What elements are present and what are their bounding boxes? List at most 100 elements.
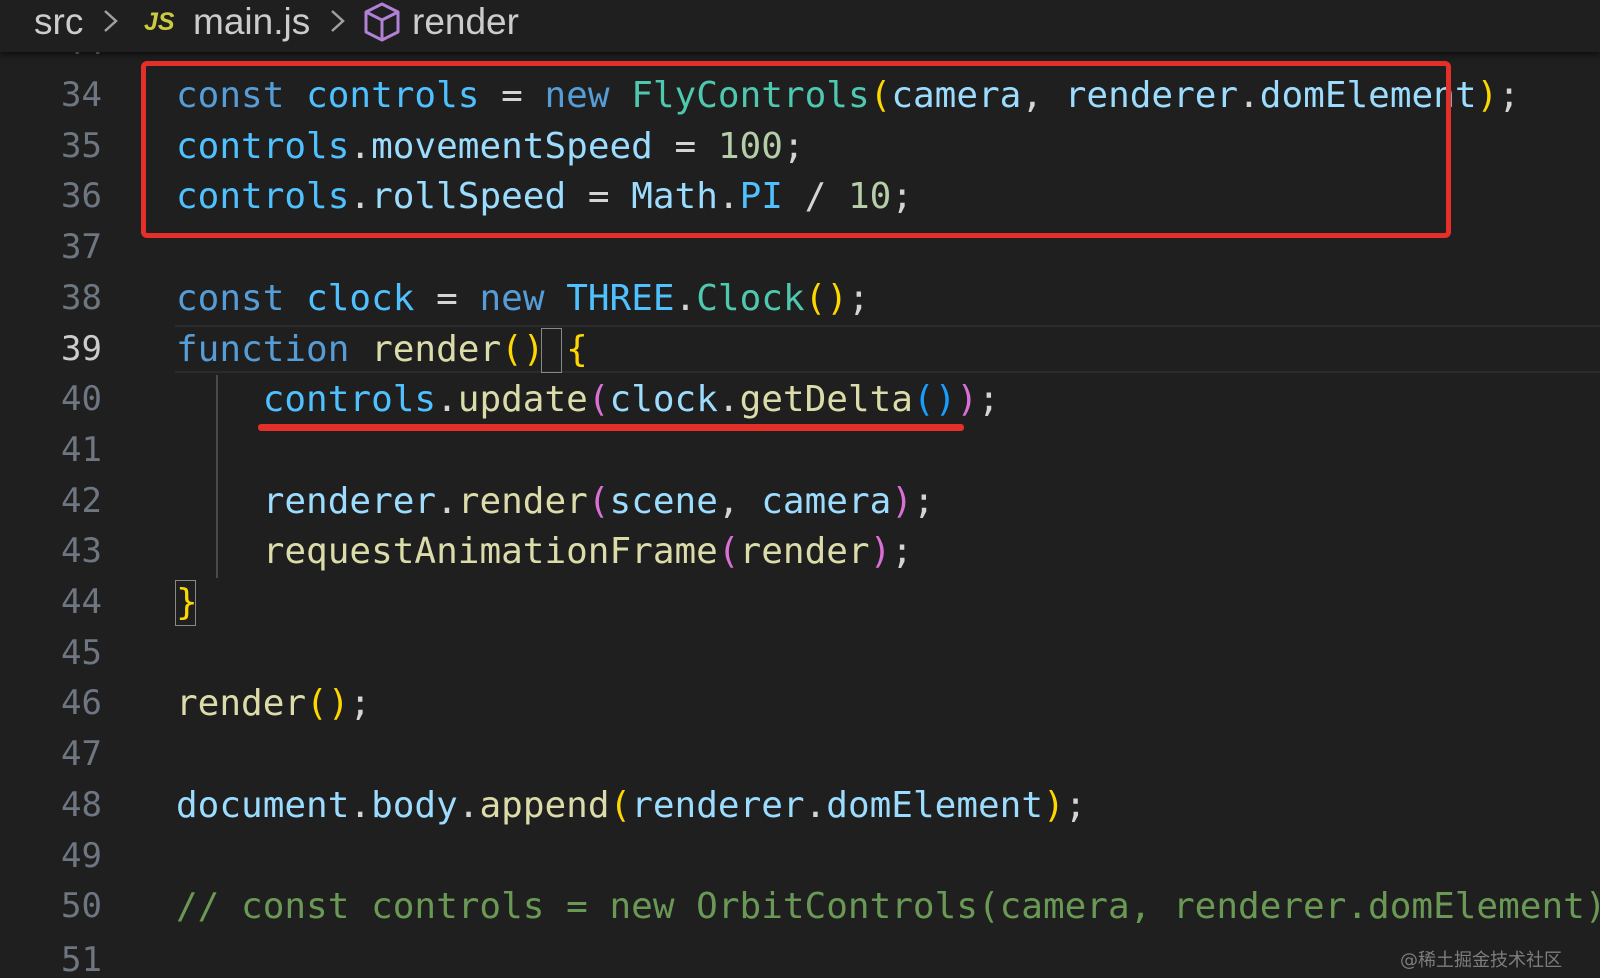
code-token: render [176,683,307,725]
underline-annotation [258,424,964,431]
line-number: 44 [61,582,102,622]
code-token: scene [609,480,718,522]
code-token: camera [761,480,892,522]
line-number: 43 [61,531,102,572]
code-token: const [176,277,285,319]
code-token: = [414,277,480,319]
code-text[interactable]: controls.update(clock.getDelta()); [176,374,1000,425]
js-file-icon: JS [144,8,175,36]
line-number: 39 [61,328,102,369]
code-text[interactable]: const clock = new THREE.Clock(); [176,273,870,324]
line-number: 37 [61,227,102,268]
code-token: append [479,784,610,826]
code-token: controls [262,379,437,421]
code-token: requestAnimationFrame [262,531,718,573]
code-line[interactable]: 47 [0,729,1600,780]
line-number-partial-bottom: 51 [0,935,102,978]
code-token: body [371,784,458,826]
code-text[interactable]: } [176,577,198,628]
highlight-box-annotation [141,61,1451,238]
code-text[interactable]: requestAnimationFrame(render); [176,526,913,577]
line-number: 34 [61,75,102,115]
code-token: renderer [262,480,437,522]
code-token: ; [847,277,870,319]
code-token: ( [717,531,740,573]
breadcrumb-folder[interactable]: src [34,0,83,44]
code-token: . [436,480,458,522]
code-token: render [739,531,870,573]
code-token: ( [609,784,632,826]
code-token: getDelta [739,379,913,421]
code-token: function [176,328,350,370]
code-token: ; [1064,784,1087,826]
code-token: () [804,277,848,319]
code-text[interactable]: function render() { [176,324,588,375]
code-token: . [457,784,480,826]
code-text[interactable]: document.body.append(renderer.domElement… [176,780,1086,831]
watermark: @稀土掘金技术社区 [1400,950,1562,971]
code-token: . [804,784,827,826]
breadcrumb: src JS main.js render [0,0,1600,52]
code-line[interactable]: 43 requestAnimationFrame(render); [0,526,1600,577]
code-token: render [457,480,588,522]
code-token: document [176,784,350,826]
code-line[interactable]: 38 const clock = new THREE.Clock(); [0,273,1600,324]
code-token: clock [306,277,415,319]
line-number: 47 [61,734,102,775]
line-number-text: 51 [61,940,102,978]
code-text[interactable]: renderer.render(scene, camera); [176,476,935,527]
code-token: THREE [566,277,675,319]
code-token: ; [912,480,935,522]
breadcrumb-symbol[interactable]: render [412,0,519,44]
code-token: ; [891,531,913,573]
line-number: 50 [61,886,102,927]
code-line[interactable]: 40 controls.update(clock.getDelta()); [0,374,1600,425]
line-number: 35 [61,125,102,166]
code-token: ( [587,480,610,522]
line-number: 36 [61,176,102,217]
code-token: new [479,277,545,319]
code-token: Clock [696,277,805,319]
code-token: { [566,328,588,370]
code-token: . [674,277,697,319]
code-token: clock [609,379,718,421]
code-token: ) [1476,75,1499,116]
code-text[interactable]: render(); [176,678,371,729]
code-line[interactable]: 39 function render() { [0,324,1600,375]
code-token: ; [349,683,372,725]
line-number: 49 [61,835,102,876]
code-token: ; [1498,75,1520,116]
code-token: ) [891,480,913,522]
code-line[interactable]: 46 render(); [0,678,1600,729]
code-token: domElement [826,784,1044,826]
code-token: ; [978,379,1000,421]
line-number: 38 [61,277,102,318]
line-number: 42 [61,480,102,521]
code-text[interactable]: // const controls = new OrbitControls(ca… [176,881,1600,932]
code-token: () [501,328,545,370]
code-token: renderer [631,784,805,826]
code-line[interactable]: 48 document.body.append(renderer.domEleme… [0,780,1600,831]
code-token: () [306,683,350,725]
code-line[interactable]: 45 [0,628,1600,679]
chevron-right-icon [104,10,118,32]
code-token: ) [1043,784,1065,826]
code-line[interactable]: 50 // const controls = new OrbitControls(… [0,881,1600,932]
code-token: } [176,582,198,623]
code-token: ) [869,531,892,573]
line-number: 40 [61,379,102,420]
code-token: () [912,379,957,421]
chevron-right-icon [331,10,345,32]
code-line[interactable]: 42 renderer.render(scene, camera); [0,476,1600,527]
code-token: , [717,480,762,522]
code-line[interactable]: 44} [0,577,1600,628]
breadcrumb-file[interactable]: main.js [193,0,310,44]
code-line[interactable]: 41 [0,425,1600,476]
code-line[interactable]: 49 [0,831,1600,882]
